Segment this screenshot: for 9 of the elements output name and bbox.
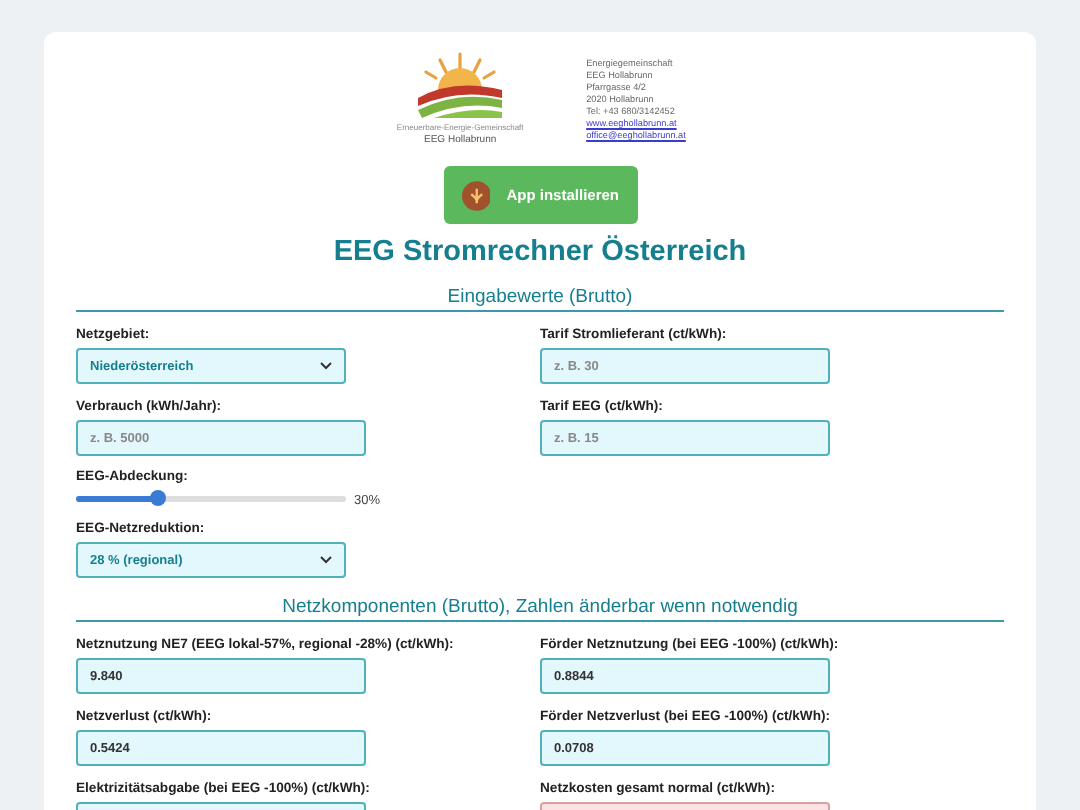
slider[interactable] (76, 495, 346, 501)
plant-plug-icon (461, 179, 491, 211)
chevron-down-icon (320, 362, 332, 370)
section-heading: Eingabewerte (Brutto) (76, 286, 1004, 312)
section-heading: Netzkomponenten (Brutto), Zahlen änderbar wenn notwendig (76, 596, 1004, 622)
chevron-down-icon (320, 556, 332, 564)
sun-fields-icon (414, 50, 507, 118)
page-title: EEG Stromrechner Österreich (331, 236, 749, 268)
slider-thumb[interactable] (149, 490, 165, 506)
